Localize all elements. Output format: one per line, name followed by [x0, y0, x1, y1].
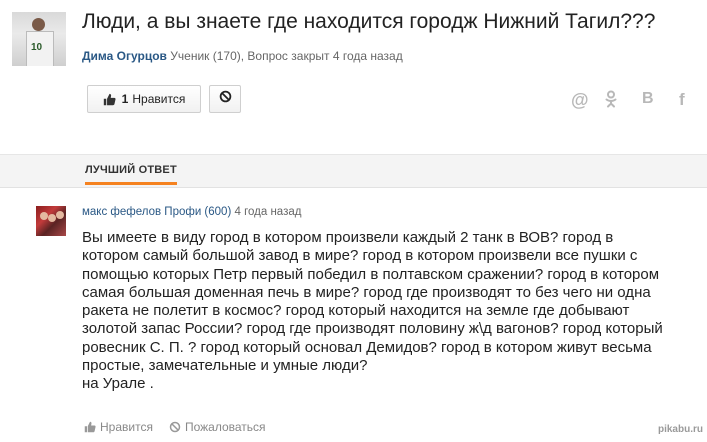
prohibited-icon [219, 90, 232, 108]
tab-best-answer[interactable]: ЛУЧШИЙ ОТВЕТ [85, 164, 177, 185]
answer-like-button[interactable]: Нравится [84, 420, 153, 434]
answer-meta: макс фефелов Профи (600) 4 года назад [82, 206, 301, 218]
like-count: 1 [121, 92, 129, 106]
like-label: Нравится [132, 92, 186, 106]
answer-line: золотой запас России? город где производ… [82, 320, 663, 338]
answer-line: ровесник С. П. ? город который основал Д… [82, 338, 652, 356]
answer-line: простые, замечательные и умные люди? [82, 357, 368, 375]
answer-author-rank: Профи (600) [164, 206, 232, 218]
answer-line: самая большая доменная печь в мире? горо… [82, 283, 651, 301]
answer-line: котором самый большой завод в мире? горо… [82, 247, 638, 265]
site-watermark: pikabu.ru [657, 424, 703, 435]
answer-actions: Нравится Пожаловаться [84, 420, 266, 434]
avatar-figure-head [32, 18, 45, 31]
avatar-jersey-number: 10 [31, 42, 43, 53]
block-button[interactable] [209, 85, 241, 113]
answer-line: на Урале . [82, 375, 154, 393]
answer-line: ракета не полетит в космос? город которы… [82, 302, 630, 320]
answer-report-button[interactable]: Пожаловаться [169, 420, 266, 434]
answer-author-avatar[interactable] [36, 206, 66, 236]
thumbs-up-icon [84, 421, 96, 433]
share-vk-icon[interactable]: B [642, 90, 654, 108]
question-meta: Дима Огурцов Ученик (170), Вопрос закрыт… [82, 49, 403, 63]
share-odnoklassniki-icon[interactable] [605, 90, 617, 113]
answer-like-label: Нравится [100, 420, 153, 434]
answer-text: Вы имеете в виду город в котором произве… [82, 229, 682, 394]
like-button[interactable]: 1 Нравится [87, 85, 201, 113]
answer-line: Вы имеете в виду город в котором произве… [82, 229, 614, 246]
share-facebook-icon[interactable]: f [679, 90, 685, 110]
thumbs-up-icon [103, 93, 116, 106]
question-meta-text: Ученик (170), Вопрос закрыт 4 года назад [170, 49, 403, 63]
answer-report-label: Пожаловаться [184, 420, 266, 434]
answer-author-link[interactable]: макс фефелов [82, 206, 161, 218]
question-title: Люди, а вы знаете где находится городж Н… [82, 10, 656, 33]
prohibited-icon [169, 421, 181, 433]
question-author-link[interactable]: Дима Огурцов [82, 49, 167, 63]
question-author-avatar[interactable]: 10 [12, 12, 66, 66]
answer-time: 4 года назад [234, 206, 302, 218]
share-mail-icon[interactable]: @ [571, 90, 589, 111]
answer-line: помощью которых Петр первый победил в по… [82, 265, 660, 283]
